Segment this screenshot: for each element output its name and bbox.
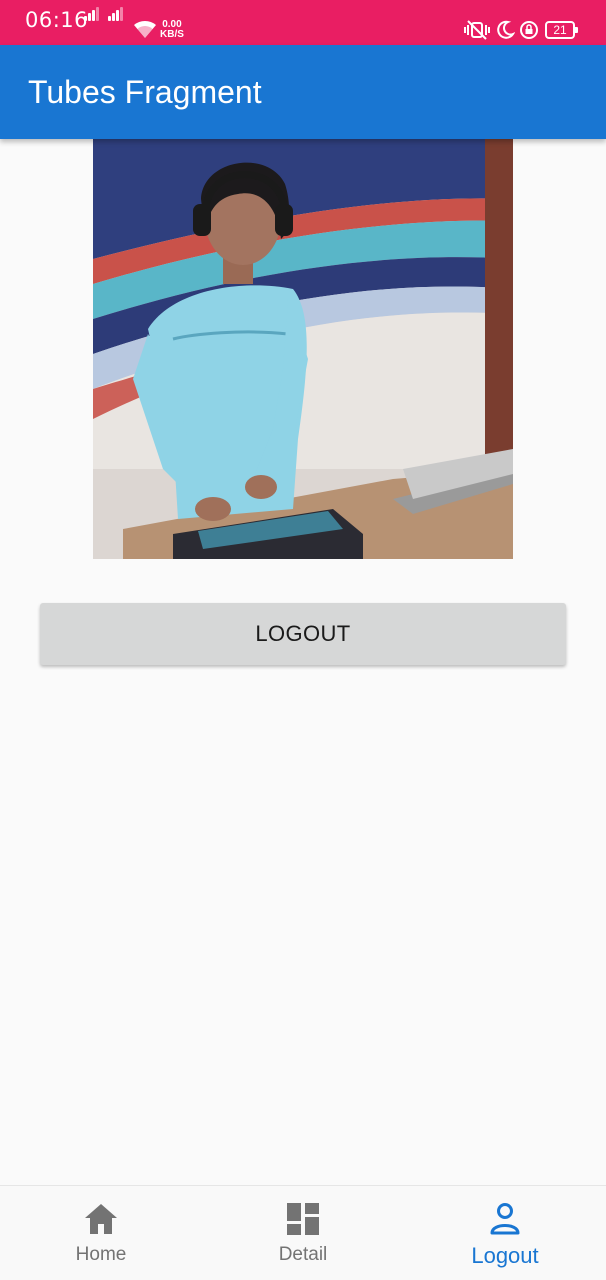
status-time: 06:16 <box>25 8 89 32</box>
home-icon <box>85 1204 117 1234</box>
nav-item-home[interactable]: Home <box>0 1186 202 1280</box>
logout-button[interactable]: LOGOUT <box>40 603 566 665</box>
status-bar: 06:16 0.00 KB/S 21 <box>0 0 606 45</box>
network-speed: 0.00 KB/S <box>160 20 184 40</box>
network-speed-unit: KB/S <box>160 29 184 40</box>
nav-label-logout: Logout <box>471 1243 539 1268</box>
alarm-lock-icon <box>520 21 538 39</box>
nav-label-detail: Detail <box>278 1244 328 1265</box>
bottom-navigation: Home Detail Logout <box>0 1185 606 1280</box>
page-title: Tubes Fragment <box>28 74 262 110</box>
profile-photo <box>93 139 513 559</box>
nav-label-home: Home <box>75 1244 127 1265</box>
nav-item-logout[interactable]: Logout <box>404 1186 606 1280</box>
do-not-disturb-moon-icon <box>497 20 515 39</box>
wifi-icon <box>134 20 156 38</box>
battery-icon: 21 <box>545 21 578 39</box>
dashboard-icon <box>287 1203 319 1235</box>
app-bar: Tubes Fragment <box>0 45 606 139</box>
nav-item-detail[interactable]: Detail <box>202 1186 404 1280</box>
vibrate-mute-icon <box>464 20 490 40</box>
person-icon <box>490 1203 520 1235</box>
